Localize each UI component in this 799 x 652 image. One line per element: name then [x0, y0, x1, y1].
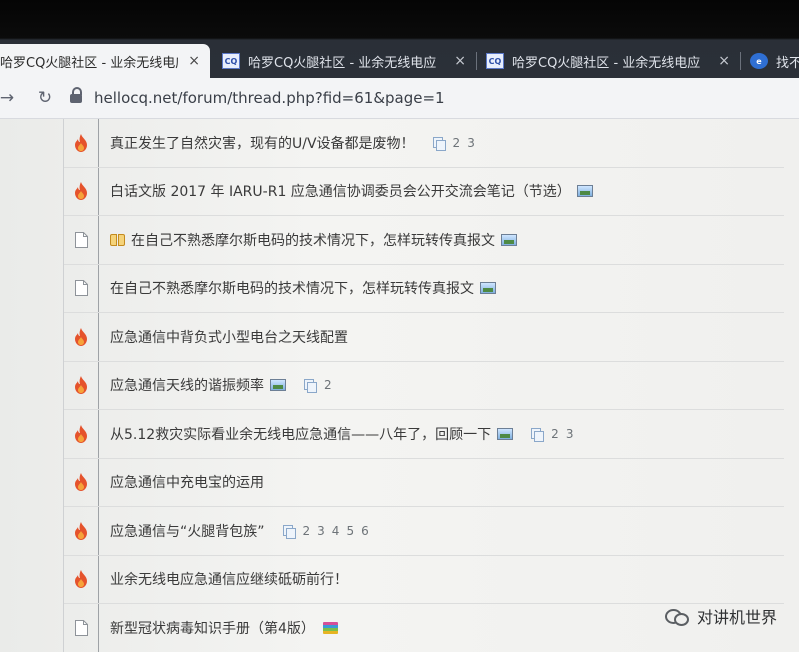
thread-title-link[interactable]: 在自己不熟悉摩尔斯电码的技术情况下，怎样玩转传真报文 — [131, 230, 495, 250]
thread-subject: 应急通信天线的谐振频率 2 — [110, 375, 339, 395]
multipage-icon — [531, 427, 545, 442]
tab-4-title: 找不 — [776, 55, 799, 71]
thread-title-link[interactable]: 真正发生了自然灾害，现有的U/V设备都是废物！ — [110, 133, 415, 153]
flame-icon — [64, 182, 98, 201]
thread-subject: 白话文版 2017 年 IARU-R1 应急通信协调委员会公开交流会笔记（节选） — [110, 181, 593, 201]
thread-subject: 从5.12救灾实际看业余无线电应急通信——八年了，回顾一下 2 3 — [110, 424, 580, 444]
thread-row[interactable]: 在自己不熟悉摩尔斯电码的技术情况下，怎样玩转传真报文 — [64, 216, 784, 265]
wechat-logo-icon — [664, 607, 689, 626]
forum-page: 真正发生了自然灾害，现有的U/V设备都是废物！ 2 3 白话文版 2017 年 IA… — [0, 119, 799, 652]
tab-1-title: 哈罗CQ火腿社区 - 业余无线电应 — [0, 55, 179, 71]
tab-separator — [476, 52, 477, 70]
flame-icon — [64, 327, 98, 346]
document-icon — [64, 280, 98, 297]
image-attachment-icon — [270, 379, 286, 392]
tab-3[interactable]: CQ 哈罗CQ火腿社区 - 业余无线电应 × — [478, 44, 740, 78]
flame-icon — [64, 376, 98, 395]
thread-row[interactable]: 真正发生了自然灾害，现有的U/V设备都是废物！ 2 3 — [64, 119, 784, 168]
page-link[interactable]: 3 — [566, 427, 574, 441]
flame-icon — [64, 133, 98, 152]
lock-icon — [70, 87, 82, 104]
document-icon — [64, 619, 98, 636]
thread-row[interactable]: 业余无线电应急通信应继续砥砺前行！ — [64, 556, 784, 604]
thread-subject: 新型冠状病毒知识手册（第4版） — [110, 618, 338, 638]
thread-row[interactable]: 应急通信与“火腿背包族” 2 3 4 5 6 — [64, 507, 784, 556]
page-link[interactable]: 3 — [317, 524, 325, 538]
image-attachment-icon — [501, 233, 517, 246]
image-attachment-icon — [497, 427, 514, 440]
flame-icon — [64, 521, 98, 540]
flame-icon — [64, 473, 98, 492]
book-icon — [110, 233, 125, 246]
page-link[interactable]: 2 — [303, 524, 311, 538]
thread-row[interactable]: 从5.12救灾实际看业余无线电应急通信——八年了，回顾一下 2 3 — [64, 410, 784, 459]
forward-arrow-icon[interactable]: → — [0, 85, 20, 111]
page-link[interactable]: 2 — [551, 427, 559, 441]
thread-subject: 真正发生了自然灾害，现有的U/V设备都是废物！ 2 3 — [110, 133, 482, 153]
thread-row[interactable]: 应急通信中背负式小型电台之天线配置 — [64, 313, 784, 362]
page-links: 2 — [324, 378, 339, 392]
thread-title-link[interactable]: 应急通信中充电宝的运用 — [110, 472, 264, 492]
thread-title-link[interactable]: 新型冠状病毒知识手册（第4版） — [110, 618, 315, 638]
thread-list: 真正发生了自然灾害，现有的U/V设备都是废物！ 2 3 白话文版 2017 年 IA… — [64, 119, 784, 652]
page-links: 23456 — [303, 524, 376, 538]
page-link[interactable]: 4 — [332, 524, 340, 538]
flame-icon — [64, 570, 98, 589]
tab-2[interactable]: CQ 哈罗CQ火腿社区 - 业余无线电应 × — [214, 44, 476, 78]
thread-title-link[interactable]: 业余无线电应急通信应继续砥砺前行！ — [110, 569, 348, 589]
document-icon — [64, 231, 98, 248]
page-link[interactable]: 3 — [467, 136, 475, 150]
browser-toolbar: → ↻ hellocq.net/forum/thread.php?fid=61&… — [0, 78, 799, 119]
page-links: 23 — [551, 427, 580, 441]
thread-subject: 在自己不熟悉摩尔斯电码的技术情况下，怎样玩转传真报文 — [110, 278, 496, 298]
flame-icon — [64, 424, 98, 443]
multipage-icon — [304, 379, 317, 394]
thread-title-link[interactable]: 从5.12救灾实际看业余无线电应急通信——八年了，回顾一下 — [110, 424, 491, 444]
thread-subject: 业余无线电应急通信应继续砥砺前行！ — [110, 569, 348, 589]
page-link[interactable]: 5 — [346, 524, 354, 538]
image-attachment-icon — [576, 185, 593, 198]
tab-1[interactable]: 哈罗CQ火腿社区 - 业余无线电应 × — [0, 44, 210, 78]
tab-2-close-icon[interactable]: × — [454, 53, 466, 69]
image-attachment-icon — [480, 282, 496, 295]
cq-favicon-icon: CQ — [222, 53, 240, 69]
tab-4[interactable]: e 找不 — [742, 44, 799, 78]
attachment-stack-icon — [322, 621, 338, 634]
page-link[interactable]: 6 — [361, 524, 369, 538]
thread-row[interactable]: 应急通信中充电宝的运用 — [64, 459, 784, 507]
globe-icon: e — [750, 53, 768, 69]
tab-1-close-icon[interactable]: × — [188, 53, 200, 69]
multipage-icon — [282, 524, 296, 539]
thread-subject: 在自己不熟悉摩尔斯电码的技术情况下，怎样玩转传真报文 — [110, 230, 517, 250]
thread-row[interactable]: 应急通信天线的谐振频率 2 — [64, 362, 784, 410]
watermark: 对讲机世界 — [664, 604, 777, 628]
thread-row[interactable]: 在自己不熟悉摩尔斯电码的技术情况下，怎样玩转传真报文 — [64, 265, 784, 313]
thread-title-link[interactable]: 白话文版 2017 年 IARU-R1 应急通信协调委员会公开交流会笔记（节选） — [110, 181, 571, 201]
tab-separator — [740, 52, 741, 70]
page-link[interactable]: 2 — [324, 378, 332, 392]
thread-subject: 应急通信中充电宝的运用 — [110, 472, 264, 492]
tab-3-close-icon[interactable]: × — [718, 53, 730, 69]
tab-2-title: 哈罗CQ火腿社区 - 业余无线电应 — [248, 55, 437, 71]
url-text: hellocq.net/forum/thread.php?fid=61&page… — [94, 89, 445, 107]
page-links: 23 — [453, 136, 482, 150]
thread-title-link[interactable]: 应急通信天线的谐振频率 — [110, 375, 264, 395]
tab-3-title: 哈罗CQ火腿社区 - 业余无线电应 — [512, 55, 701, 71]
thread-title-link[interactable]: 应急通信与“火腿背包族” — [110, 521, 265, 541]
page-link[interactable]: 2 — [453, 136, 461, 150]
thread-row[interactable]: 白话文版 2017 年 IARU-R1 应急通信协调委员会公开交流会笔记（节选） — [64, 168, 784, 216]
cq-favicon-icon: CQ — [486, 53, 504, 69]
thread-title-link[interactable]: 应急通信中背负式小型电台之天线配置 — [110, 327, 348, 347]
multipage-icon — [432, 136, 446, 151]
reload-icon[interactable]: ↻ — [32, 85, 58, 111]
watermark-text: 对讲机世界 — [696, 608, 777, 627]
address-bar[interactable]: hellocq.net/forum/thread.php?fid=61&page… — [62, 84, 787, 112]
thread-title-link[interactable]: 在自己不熟悉摩尔斯电码的技术情况下，怎样玩转传真报文 — [110, 278, 474, 298]
thread-subject: 应急通信中背负式小型电台之天线配置 — [110, 327, 348, 347]
tab-strip: 哈罗CQ火腿社区 - 业余无线电应 × CQ 哈罗CQ火腿社区 - 业余无线电应… — [0, 0, 799, 78]
thread-subject: 应急通信与“火腿背包族” 2 3 4 5 6 — [110, 521, 376, 541]
